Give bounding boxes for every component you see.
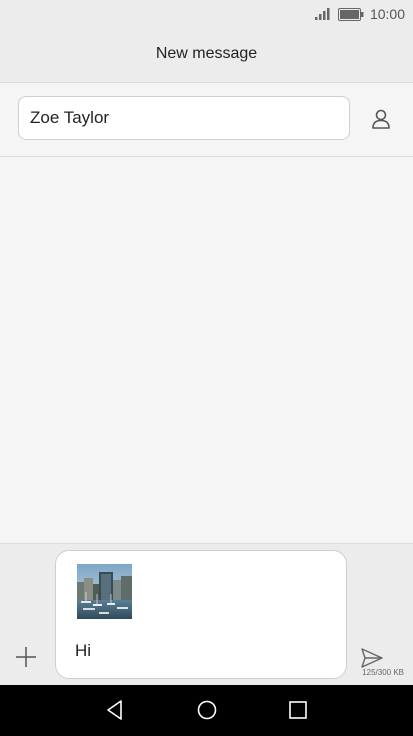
recipient-field[interactable]: Zoe Taylor — [18, 96, 350, 140]
send-icon[interactable] — [360, 647, 384, 669]
person-icon[interactable] — [369, 107, 393, 131]
status-icons: 10:00 — [314, 6, 405, 22]
battery-icon — [337, 7, 364, 21]
navigation-bar — [0, 685, 413, 736]
plus-icon[interactable] — [14, 645, 38, 669]
signal-icon — [314, 7, 332, 21]
status-time: 10:00 — [369, 6, 405, 22]
message-compose-field[interactable]: Hi — [55, 550, 347, 679]
back-icon[interactable] — [103, 698, 127, 722]
size-indicator: 125/300 KB — [362, 668, 404, 677]
recent-apps-icon[interactable] — [286, 698, 310, 722]
recipient-row: Zoe Taylor — [0, 83, 413, 157]
home-icon[interactable] — [195, 698, 219, 722]
header: New message — [0, 28, 413, 83]
recipient-value: Zoe Taylor — [30, 108, 110, 127]
image-attachment[interactable] — [77, 564, 132, 619]
conversation-area — [0, 157, 413, 543]
status-bar: 10:00 — [0, 0, 413, 28]
page-title: New message — [155, 45, 258, 62]
compose-bar: Hi 125/300 KB — [0, 543, 413, 686]
message-text: Hi — [75, 641, 92, 660]
